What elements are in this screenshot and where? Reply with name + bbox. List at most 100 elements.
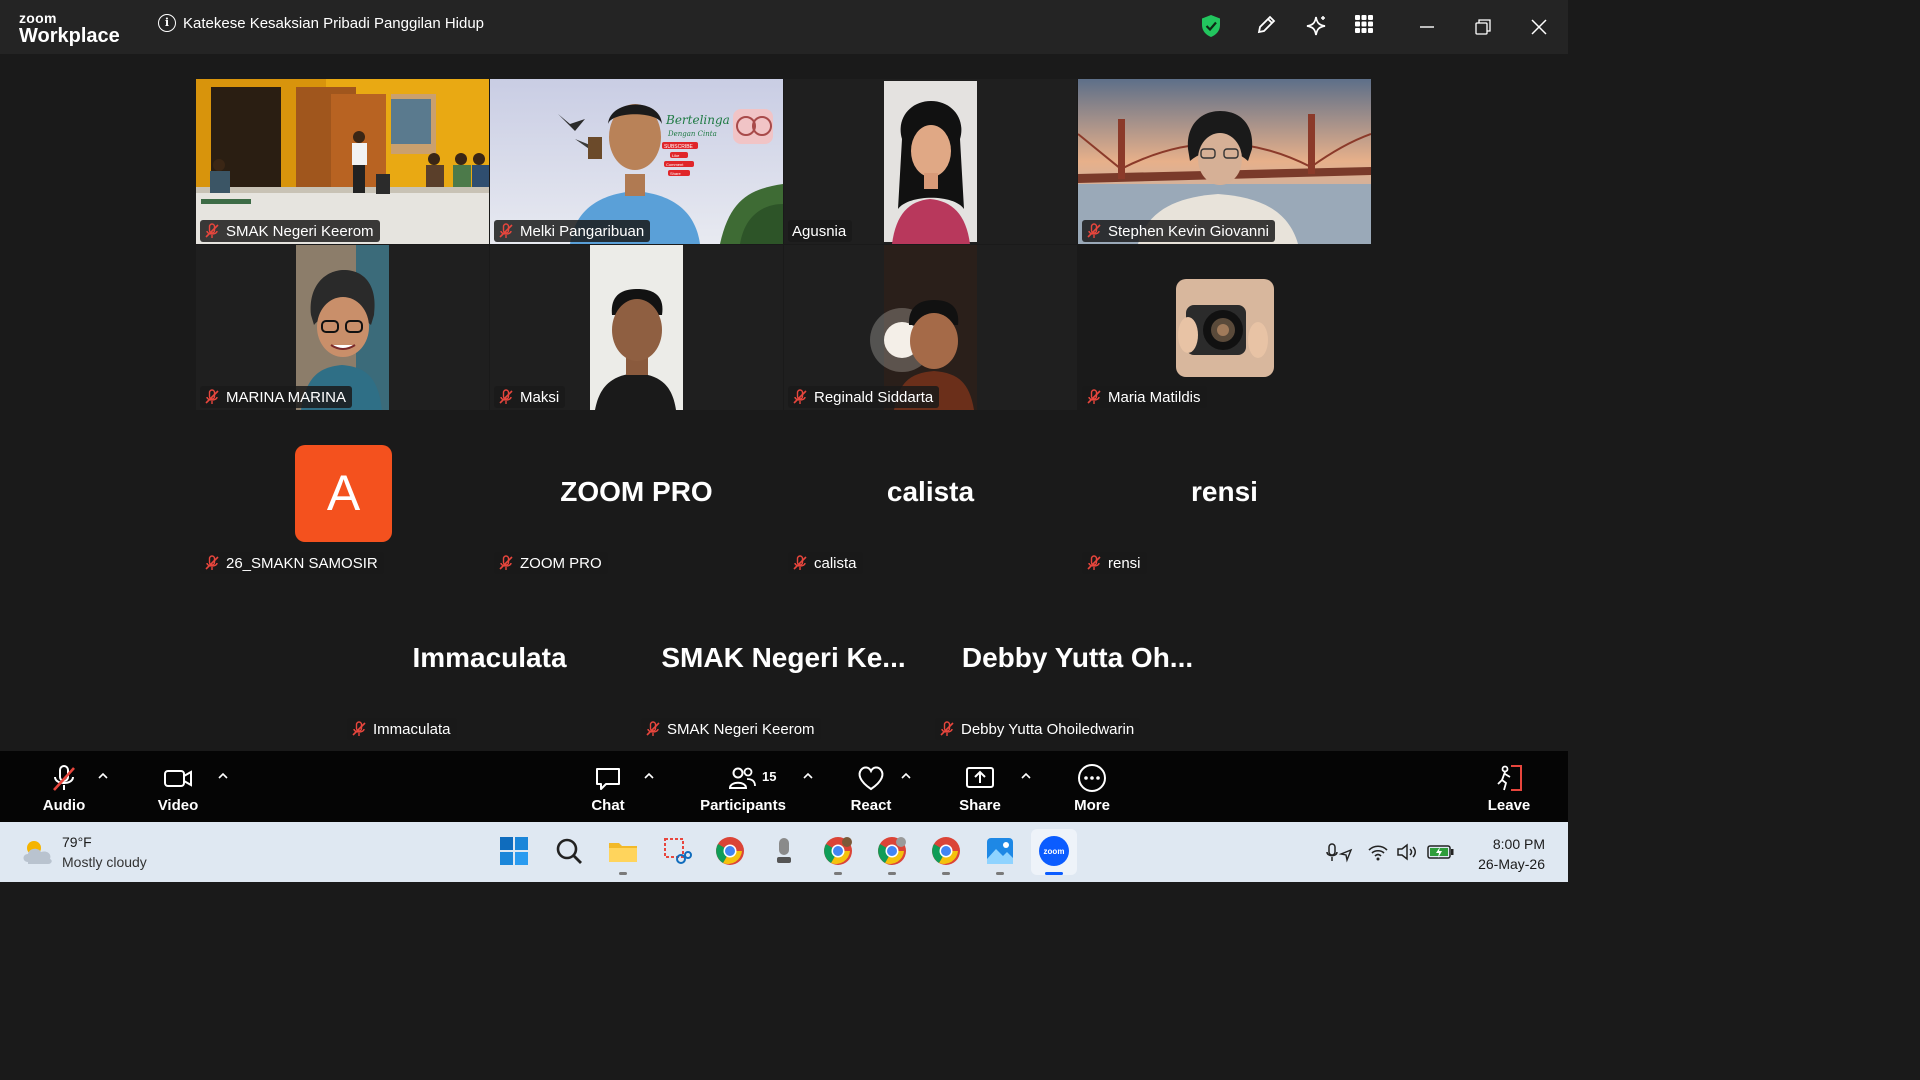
participant-name-tag: SMAK Negeri Keerom bbox=[200, 220, 380, 242]
share-screen-icon bbox=[966, 767, 994, 788]
ai-sparkle-icon[interactable] bbox=[1304, 14, 1328, 38]
battery-charging-icon[interactable] bbox=[1427, 843, 1455, 861]
participant-name-tag: SMAK Negeri Keerom bbox=[641, 718, 821, 740]
participant-name-tag: Melki Pangaribuan bbox=[494, 220, 651, 242]
poster-title: Bertelinga bbox=[665, 113, 730, 127]
participant-name: MARINA MARINA bbox=[226, 388, 347, 406]
video-tile[interactable]: Stephen Kevin Giovanni bbox=[1078, 79, 1371, 244]
chevron-up-icon[interactable] bbox=[1020, 771, 1032, 781]
snipping-tool-icon[interactable] bbox=[661, 835, 693, 867]
photos-icon[interactable] bbox=[984, 835, 1016, 867]
system-clock[interactable]: 8:00 PM 26-May-26 bbox=[1478, 834, 1545, 874]
chat-button[interactable]: Chat bbox=[584, 763, 632, 814]
participant-name: Melki Pangaribuan bbox=[520, 222, 645, 240]
participant-display-name: rensi bbox=[1191, 476, 1258, 507]
participant-name-tag: 26_SMAKN SAMOSIR bbox=[200, 552, 384, 574]
weather-temperature[interactable]: 79°F bbox=[62, 834, 92, 850]
no-video-tile[interactable]: A 26_SMAKN SAMOSIR bbox=[196, 411, 489, 576]
weather-cloudy-icon[interactable] bbox=[20, 836, 56, 868]
close-icon[interactable] bbox=[1526, 14, 1552, 40]
no-video-tile[interactable]: Debby Yutta Oh... Debby Yutta Ohoiledwar… bbox=[931, 577, 1224, 742]
zoom-taskbar-item[interactable]: zoom bbox=[1031, 829, 1077, 875]
participants-count: 15 bbox=[762, 769, 777, 784]
no-video-tile[interactable]: ZOOM PRO ZOOM PRO bbox=[490, 411, 783, 576]
chevron-up-icon[interactable] bbox=[97, 771, 109, 781]
minimize-icon[interactable] bbox=[1414, 14, 1440, 40]
windows-start-icon[interactable] bbox=[498, 835, 530, 867]
video-tile[interactable]: Maksi bbox=[490, 245, 783, 410]
participant-name-tag: Agusnia bbox=[788, 220, 853, 242]
meeting-title: Katekese Kesaksian Pribadi Panggilan Hid… bbox=[183, 15, 485, 32]
voice-recorder-icon[interactable] bbox=[768, 835, 800, 867]
chevron-up-icon[interactable] bbox=[802, 771, 814, 781]
participant-name: rensi bbox=[1108, 554, 1141, 572]
shield-check-icon[interactable] bbox=[1200, 14, 1222, 38]
avatar-initial: A bbox=[326, 465, 361, 521]
leave-exit-icon bbox=[1497, 765, 1522, 791]
video-label: Video bbox=[157, 797, 199, 814]
participants-button[interactable]: 15 Participants bbox=[700, 763, 786, 814]
no-video-tile[interactable]: SMAK Negeri Ke... SMAK Negeri Keerom bbox=[637, 577, 930, 742]
info-icon[interactable]: i bbox=[158, 14, 176, 32]
poster-badge: Share bbox=[670, 171, 681, 176]
running-indicator bbox=[888, 872, 896, 875]
leave-label: Leave bbox=[1487, 797, 1531, 814]
chevron-up-icon[interactable] bbox=[217, 771, 229, 781]
participant-name-tag: Immaculata bbox=[347, 718, 457, 740]
participant-name: SMAK Negeri Keerom bbox=[667, 720, 815, 738]
wifi-icon[interactable] bbox=[1367, 842, 1389, 862]
participant-name-tag: Reginald Siddarta bbox=[788, 386, 940, 408]
volume-icon[interactable] bbox=[1396, 842, 1420, 862]
video-tile[interactable]: Bertelinga Dengan Cinta SUBSCRIBE Like C… bbox=[490, 79, 783, 244]
chrome-profile-icon[interactable] bbox=[876, 835, 908, 867]
no-video-tile[interactable]: rensi rensi bbox=[1078, 411, 1371, 576]
video-tile-active-speaker[interactable]: Agusnia bbox=[784, 79, 1077, 244]
participant-name: Debby Yutta Ohoiledwarin bbox=[961, 720, 1135, 738]
running-indicator bbox=[834, 872, 842, 875]
react-button[interactable]: React bbox=[846, 763, 896, 814]
chrome-profile-icon[interactable] bbox=[822, 835, 854, 867]
weather-description[interactable]: Mostly cloudy bbox=[62, 854, 147, 870]
share-label: Share bbox=[959, 797, 1001, 814]
chevron-up-icon[interactable] bbox=[643, 771, 655, 781]
video-button[interactable]: Video bbox=[150, 763, 206, 814]
muted-mic-icon bbox=[793, 555, 807, 570]
participant-name-tag: ZOOM PRO bbox=[494, 552, 608, 574]
participant-name: ZOOM PRO bbox=[520, 554, 602, 572]
search-icon[interactable] bbox=[553, 835, 585, 867]
poster-badge: SUBSCRIBE bbox=[664, 144, 694, 150]
video-tile[interactable]: Maria Matildis bbox=[1078, 245, 1371, 410]
poster-badge: Like bbox=[672, 153, 680, 158]
participant-name: Stephen Kevin Giovanni bbox=[1108, 222, 1269, 240]
chrome-icon[interactable] bbox=[714, 835, 746, 867]
more-button[interactable]: More bbox=[1068, 763, 1116, 814]
muted-mic-icon bbox=[793, 389, 807, 404]
muted-mic-icon bbox=[205, 389, 219, 404]
video-tile[interactable]: Reginald Siddarta bbox=[784, 245, 1077, 410]
participant-name: Maria Matildis bbox=[1108, 388, 1201, 406]
audio-button[interactable]: Audio bbox=[36, 763, 92, 814]
pencil-icon[interactable] bbox=[1255, 14, 1277, 36]
video-tile[interactable]: SMAK Negeri Keerom bbox=[196, 79, 489, 244]
video-tile[interactable]: MARINA MARINA bbox=[196, 245, 489, 410]
share-button[interactable]: Share bbox=[955, 763, 1005, 814]
chrome-icon[interactable] bbox=[930, 835, 962, 867]
no-video-tile[interactable]: Immaculata Immaculata bbox=[343, 577, 636, 742]
participant-display-name: calista bbox=[886, 476, 975, 507]
restore-icon[interactable] bbox=[1470, 14, 1496, 40]
file-explorer-icon[interactable] bbox=[607, 835, 639, 867]
participant-name: calista bbox=[814, 554, 857, 572]
microphone-location-icon[interactable] bbox=[1325, 842, 1353, 864]
leave-button[interactable]: Leave bbox=[1484, 763, 1534, 814]
muted-mic-icon bbox=[940, 721, 954, 736]
muted-mic-icon bbox=[53, 765, 75, 791]
participant-name-tag: MARINA MARINA bbox=[200, 386, 353, 408]
no-video-tile[interactable]: calista calista bbox=[784, 411, 1077, 576]
participant-name: SMAK Negeri Keerom bbox=[226, 222, 374, 240]
chevron-up-icon[interactable] bbox=[900, 771, 912, 781]
muted-mic-icon bbox=[646, 721, 660, 736]
apps-grid-icon[interactable] bbox=[1354, 14, 1374, 34]
participant-name-tag: rensi bbox=[1082, 552, 1147, 574]
muted-mic-icon bbox=[205, 223, 219, 238]
participant-display-name: Debby Yutta Oh... bbox=[961, 642, 1194, 673]
